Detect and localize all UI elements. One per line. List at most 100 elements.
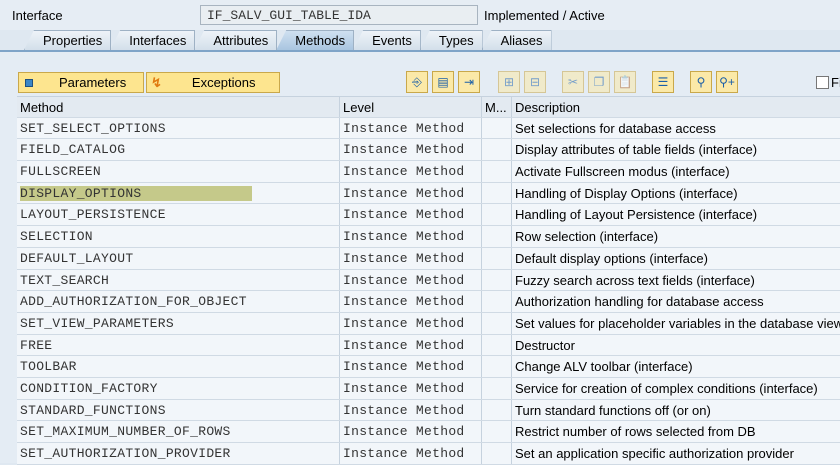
header-bar: Interface IF_SALV_GUI_TABLE_IDA Implemen… <box>0 0 840 30</box>
method-cell: FIELD_CATALOG <box>17 139 340 161</box>
column-header-modeled[interactable]: M... <box>482 97 512 117</box>
copy-icon[interactable]: ❐ <box>588 71 610 93</box>
cell-text: LAYOUT_PERSISTENCE <box>20 207 166 223</box>
modeled-cell <box>482 291 512 312</box>
find-next-icon[interactable]: ⚲+ <box>716 71 738 93</box>
modeled-cell <box>482 139 512 161</box>
table-row[interactable]: FULLSCREEN Instance Method Activate Fullsc… <box>17 161 840 183</box>
paste-icon[interactable]: 📋 <box>614 71 636 93</box>
level-cell: Instance Method <box>340 377 482 399</box>
cell-text: Instance Method <box>343 207 465 223</box>
modeled-cell <box>482 182 512 204</box>
method-cell: TEXT_SEARCH <box>17 269 340 291</box>
column-header-description[interactable]: Description <box>512 97 840 117</box>
table-row[interactable]: DEFAULT_LAYOUT Instance Method Default dis… <box>17 247 840 270</box>
modeled-cell <box>482 443 512 464</box>
level-cell: Instance Method <box>340 226 482 247</box>
detail-icon[interactable]: ▤ <box>432 71 454 93</box>
insert-row-icon[interactable]: ⊞ <box>498 71 520 93</box>
cell-text: FREE <box>20 337 53 353</box>
modeled-cell <box>482 117 512 139</box>
cell-text: Instance Method <box>343 315 465 331</box>
navigate-icon[interactable]: ⇥ <box>458 71 480 93</box>
table-row[interactable]: FIELD_CATALOG Instance Method Display attr… <box>17 139 840 162</box>
cell-text: Instance Method <box>343 294 465 310</box>
description-cell: Default display options (interface) <box>512 248 840 269</box>
parameters-label: Parameters <box>59 75 127 90</box>
method-cell: SET_MAXIMUM_NUMBER_OF_ROWS <box>17 421 340 442</box>
table-row[interactable]: CONDITION_FACTORY Instance Method Service … <box>17 377 840 400</box>
table-row[interactable]: LAYOUT_PERSISTENCE Instance Method Handlin… <box>17 204 840 227</box>
column-header-method[interactable]: Method <box>17 97 340 117</box>
table-row[interactable]: FREE Instance Method Destructor <box>17 334 840 357</box>
find-icon[interactable]: ⚲ <box>690 71 712 93</box>
exceptions-icon: ↯ <box>151 75 162 90</box>
tab-events[interactable]: Events <box>353 30 421 50</box>
cell-text: Instance Method <box>343 120 465 136</box>
table-row[interactable]: SELECTION Instance Method Row selection (i… <box>17 226 840 248</box>
modeled-cell <box>482 269 512 291</box>
interface-name-field[interactable]: IF_SALV_GUI_TABLE_IDA <box>200 5 478 25</box>
cell-text: Change ALV toolbar (interface) <box>515 359 693 375</box>
tab-interfaces[interactable]: Interfaces <box>110 30 196 50</box>
level-cell: Instance Method <box>340 139 482 161</box>
column-header-level[interactable]: Level <box>340 97 482 117</box>
parameters-icon <box>25 79 33 87</box>
level-cell: Instance Method <box>340 421 482 442</box>
cut-icon[interactable]: ✂ <box>562 71 584 93</box>
cell-text: Authorization handling for database acce… <box>515 294 764 310</box>
table-row[interactable]: ADD_AUTHORIZATION_FOR_OBJECT Instance Met… <box>17 291 840 313</box>
cell-text: Instance Method <box>343 446 465 461</box>
cell-text: SET_VIEW_PARAMETERS <box>20 315 174 331</box>
description-cell: Set selections for database access <box>512 118 840 139</box>
delete-row-icon[interactable]: ⊟ <box>524 71 546 93</box>
table-row[interactable]: SET_SELECT_OPTIONS Instance Method Set sel… <box>17 117 840 140</box>
level-cell: Instance Method <box>340 399 482 421</box>
tab-aliases[interactable]: Aliases <box>481 30 552 50</box>
tab-types[interactable]: Types <box>419 30 483 50</box>
cell-text: DISPLAY_OPTIONS <box>20 185 252 201</box>
method-cell: DEFAULT_LAYOUT <box>17 247 340 269</box>
source-code-icon[interactable]: ⎆ <box>406 71 428 93</box>
description-cell: Set values for placeholder variables in … <box>512 313 840 334</box>
cell-text: Restrict number of rows selected from DB <box>515 424 756 440</box>
cell-text: Instance Method <box>343 250 465 266</box>
tab-properties[interactable]: Properties <box>24 30 112 50</box>
cell-text: Destructor <box>515 337 575 353</box>
level-cell: Instance Method <box>340 161 482 182</box>
table-row[interactable]: SET_MAXIMUM_NUMBER_OF_ROWS Instance Metho… <box>17 421 840 443</box>
table-row[interactable]: DISPLAY_OPTIONS Instance Method Handling o… <box>17 182 840 205</box>
sort-icon[interactable]: ☰ <box>652 71 674 93</box>
description-cell: Turn standard functions off (or on) <box>512 400 840 421</box>
tab-methods[interactable]: Methods <box>276 30 355 50</box>
filter-checkbox[interactable] <box>816 76 829 89</box>
methods-table: Method Level M... Description SET_SELECT… <box>17 96 840 465</box>
cell-text: Turn standard functions off (or on) <box>515 402 711 418</box>
level-cell: Instance Method <box>340 334 482 356</box>
parameters-button[interactable]: Parameters <box>18 72 144 93</box>
cell-text: Instance Method <box>343 142 465 158</box>
table-row[interactable]: TOOLBAR Instance Method Change ALV toolbar… <box>17 356 840 378</box>
cell-text: Service for creation of complex conditio… <box>515 380 818 396</box>
method-cell: CONDITION_FACTORY <box>17 377 340 399</box>
cell-text: Instance Method <box>343 380 465 396</box>
table-row[interactable]: TEXT_SEARCH Instance Method Fuzzy search a… <box>17 269 840 292</box>
table-row[interactable]: SET_AUTHORIZATION_PROVIDER Instance Metho… <box>17 443 840 465</box>
level-cell: Instance Method <box>340 182 482 204</box>
tab-attributes[interactable]: Attributes <box>194 30 278 50</box>
cell-text: Instance Method <box>343 185 465 201</box>
cell-text: Set values for placeholder variables in … <box>515 315 840 331</box>
method-cell: SET_AUTHORIZATION_PROVIDER <box>17 443 340 464</box>
description-cell: Restrict number of rows selected from DB <box>512 421 840 442</box>
table-row[interactable]: SET_VIEW_PARAMETERS Instance Method Set va… <box>17 312 840 335</box>
description-cell: Handling of Layout Persistence (interfac… <box>512 204 840 225</box>
modeled-cell <box>482 204 512 226</box>
tab-strip: Properties Interfaces Attributes Methods Eve… <box>24 30 552 50</box>
cell-text: Set selections for database access <box>515 120 716 136</box>
table-row[interactable]: STANDARD_FUNCTIONS Instance Method Turn st… <box>17 399 840 422</box>
method-cell: STANDARD_FUNCTIONS <box>17 399 340 421</box>
cell-text: FIELD_CATALOG <box>20 142 126 158</box>
cell-text: TEXT_SEARCH <box>20 272 110 288</box>
exceptions-button[interactable]: ↯ Exceptions <box>146 72 280 93</box>
method-cell: LAYOUT_PERSISTENCE <box>17 204 340 226</box>
